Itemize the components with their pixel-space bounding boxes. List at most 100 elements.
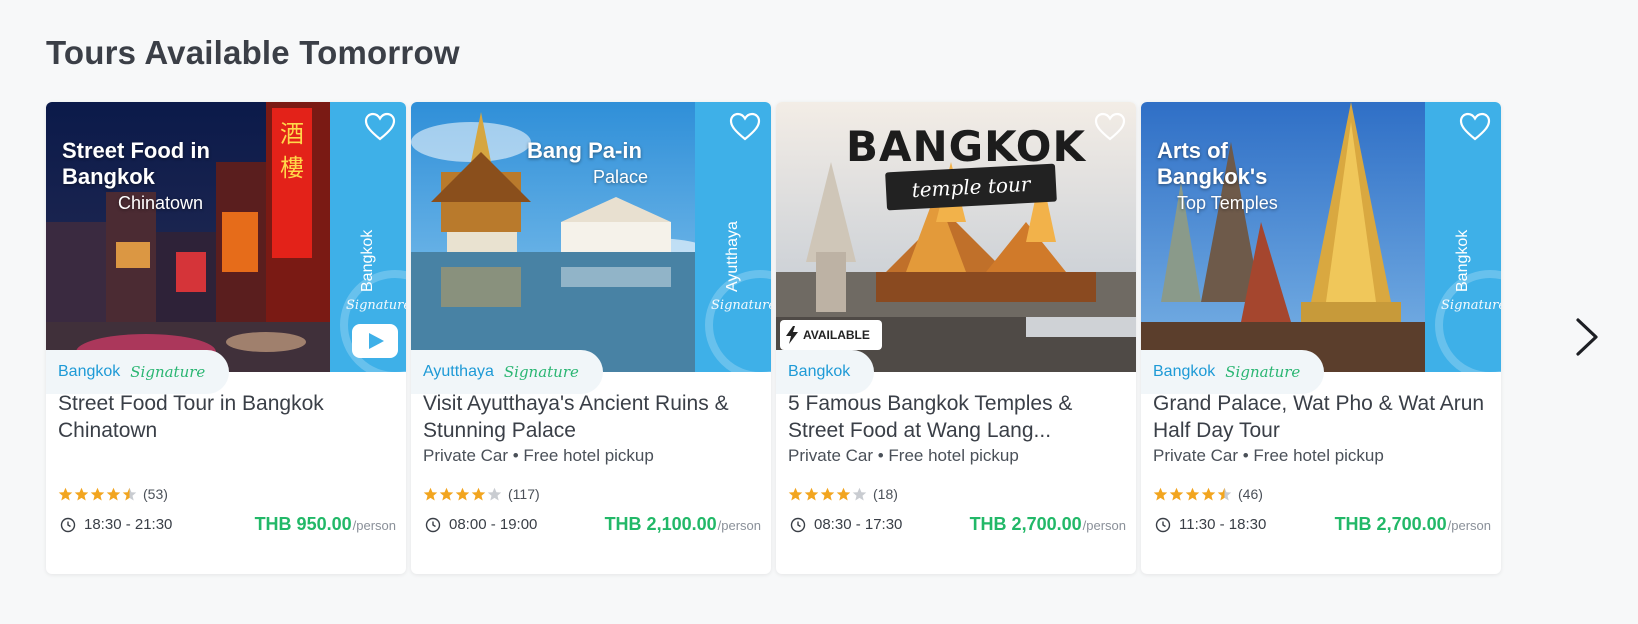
rating: (53): [58, 486, 168, 502]
tour-card[interactable]: Arts of Bangkok's Top Temples Bangkok Si…: [1141, 102, 1501, 574]
heart-icon[interactable]: [364, 112, 396, 142]
image-caption: Bang Pa-in Palace: [527, 138, 648, 190]
star-icon: [58, 487, 73, 500]
star-icon: [106, 487, 121, 500]
heart-icon[interactable]: [729, 112, 761, 142]
image-caption-main: Street Food in Bangkok: [62, 138, 210, 189]
time-range: 08:30 - 17:30: [814, 516, 903, 533]
chevron-right-icon[interactable]: [1568, 316, 1604, 358]
image-caption: Arts of Bangkok's Top Temples: [1157, 138, 1327, 216]
review-count: (53): [143, 486, 168, 502]
tour-subtitle: Private Car • Free hotel pickup: [788, 446, 1019, 465]
tour-subtitle: Private Car • Free hotel pickup: [423, 446, 654, 465]
clock-icon: [1155, 517, 1171, 532]
tag-signature: Signature: [130, 363, 206, 381]
review-count: (18): [873, 486, 898, 502]
availability-label: AVAILABLE: [803, 328, 870, 342]
star-rating: [423, 487, 502, 502]
play-icon[interactable]: [352, 324, 398, 358]
tour-image[interactable]: BANGKOK temple tour AVAILABLE: [776, 102, 1136, 372]
tour-title[interactable]: 5 Famous Bangkok Temples & Street Food a…: [788, 390, 1128, 444]
star-icon: [1169, 487, 1184, 500]
star-icon: [820, 487, 835, 500]
heart-icon[interactable]: [1459, 112, 1491, 142]
review-count: (117): [508, 486, 540, 502]
star-icon: [1153, 487, 1168, 500]
star-icon: [74, 487, 89, 500]
star-icon: [423, 487, 438, 500]
star-icon: [836, 487, 851, 500]
star-icon: [90, 487, 105, 500]
time-range: 11:30 - 18:30: [1179, 516, 1267, 533]
tag-signature: Signature: [1225, 363, 1301, 381]
tag-city: Ayutthaya: [423, 363, 494, 380]
price: THB 2,100.00 /person: [605, 514, 761, 535]
tour-card[interactable]: Bang Pa-in Palace Ayutthaya Signature Ay…: [411, 102, 771, 574]
star-icon: [1217, 487, 1232, 500]
bolt-icon: [786, 326, 798, 344]
tour-time: 08:30 - 17:30: [790, 516, 902, 533]
time-range: 08:00 - 19:00: [449, 516, 538, 533]
location-tag: Ayutthaya Signature: [411, 350, 603, 394]
signature-script: Signature: [711, 298, 771, 313]
tour-title[interactable]: Visit Ayutthaya's Ancient Ruins & Stunni…: [423, 390, 763, 444]
price-value: THB 2,100.00: [604, 514, 717, 534]
price: THB 2,700.00 /person: [970, 514, 1126, 535]
tour-title[interactable]: Street Food Tour in Bangkok Chinatown: [58, 390, 398, 444]
star-icon: [1201, 487, 1216, 500]
image-caption-sub: Chinatown: [118, 193, 204, 213]
tour-image[interactable]: Arts of Bangkok's Top Temples Bangkok Si…: [1141, 102, 1501, 372]
rating: (117): [423, 486, 540, 502]
signature-script: Signature: [1441, 298, 1501, 313]
star-icon: [804, 487, 819, 500]
star-icon: [471, 487, 486, 500]
rating: (18): [788, 486, 898, 502]
tag-city: Bangkok: [1153, 363, 1216, 380]
tour-photo: 酒 樓 Street Food in Bangkok Chinatown: [46, 102, 330, 372]
star-icon: [1185, 487, 1200, 500]
region-band: Bangkok Signature: [1425, 102, 1501, 372]
signature-script: Signature: [346, 298, 406, 313]
price: THB 2,700.00 /person: [1335, 514, 1491, 535]
location-tag: Bangkok Signature: [46, 350, 230, 394]
price: THB 950.00 /person: [255, 514, 396, 535]
time-range: 18:30 - 21:30: [84, 516, 173, 533]
tour-title[interactable]: Grand Palace, Wat Pho & Wat Arun Half Da…: [1153, 390, 1493, 444]
location-tag: Bangkok: [776, 350, 875, 394]
star-icon: [852, 487, 867, 500]
star-icon: [122, 487, 137, 500]
region-band: Ayutthaya Signature: [695, 102, 771, 372]
tour-subtitle: Private Car • Free hotel pickup: [1153, 446, 1384, 465]
price-unit: /person: [352, 518, 396, 533]
price-value: THB 2,700.00: [969, 514, 1082, 534]
star-rating: [1153, 487, 1232, 502]
tour-photo: Bang Pa-in Palace: [411, 102, 695, 372]
tour-card[interactable]: BANGKOK temple tour AVAILABLE Bangkok 5 …: [776, 102, 1136, 574]
star-rating: [58, 487, 137, 502]
price-value: THB 2,700.00: [1334, 514, 1447, 534]
price-unit: /person: [717, 518, 761, 533]
svg-text:酒: 酒: [280, 120, 304, 148]
tour-photo: Arts of Bangkok's Top Temples: [1141, 102, 1425, 372]
clock-icon: [60, 517, 76, 532]
image-caption: Street Food in Bangkok Chinatown: [62, 138, 232, 216]
section-title: Tours Available Tomorrow: [46, 34, 460, 71]
tour-card[interactable]: 酒 樓 Street Food in Bangkok Chinatown Ban…: [46, 102, 406, 574]
image-caption-sub: Palace: [593, 167, 649, 187]
location-tag: Bangkok Signature: [1141, 350, 1325, 394]
tag-city: Bangkok: [788, 363, 851, 380]
review-count: (46): [1238, 486, 1263, 502]
svg-text:樓: 樓: [280, 154, 304, 182]
tag-city: Bangkok: [58, 363, 121, 380]
price-unit: /person: [1447, 518, 1491, 533]
image-caption-sub: Top Temples: [1177, 193, 1278, 213]
tour-image[interactable]: Bang Pa-in Palace Ayutthaya Signature: [411, 102, 771, 372]
heart-icon[interactable]: [1094, 112, 1126, 142]
tour-time: 18:30 - 21:30: [60, 516, 172, 533]
tag-signature: Signature: [503, 363, 579, 381]
star-rating: [788, 487, 867, 502]
tour-time: 11:30 - 18:30: [1155, 516, 1266, 533]
clock-icon: [790, 517, 806, 532]
tour-image[interactable]: 酒 樓 Street Food in Bangkok Chinatown Ban…: [46, 102, 406, 372]
clock-icon: [425, 517, 441, 532]
